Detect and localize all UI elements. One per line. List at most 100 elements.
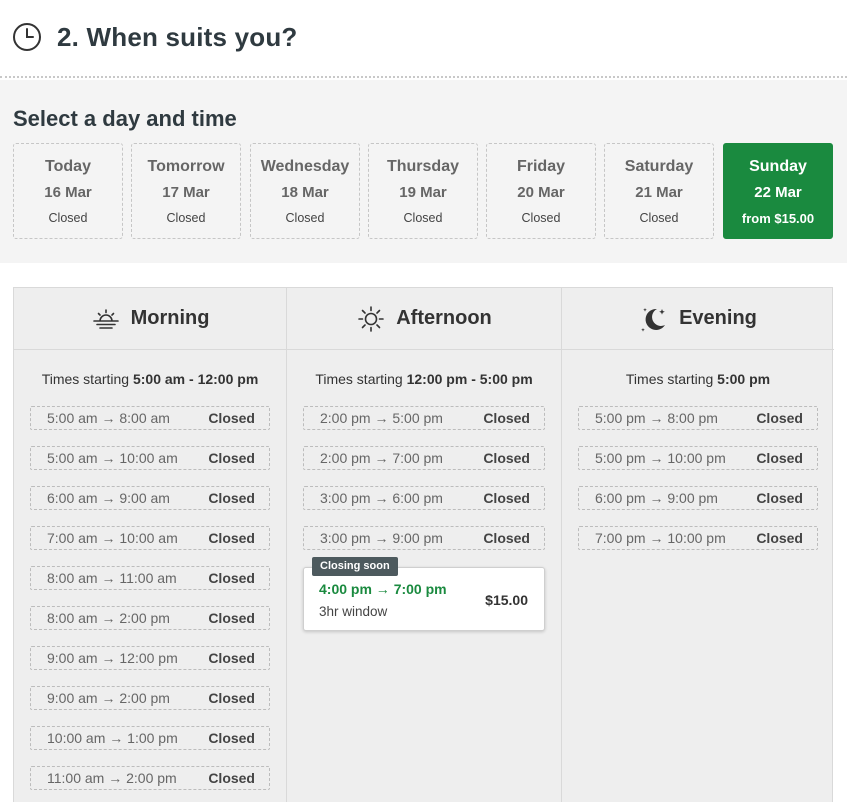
day-card-friday[interactable]: Friday 20 Mar Closed — [486, 143, 596, 239]
time-slot[interactable]: 9:00 am → 12:00 pm Closed — [30, 646, 270, 670]
slot-status: Closed — [208, 410, 255, 426]
time-slot[interactable]: 5:00 pm → 10:00 pm Closed — [578, 446, 818, 470]
slot-time: 8:00 am → 11:00 am — [47, 570, 177, 586]
slot-price: $15.00 — [485, 592, 528, 608]
slot-time: 6:00 am → 9:00 am — [47, 490, 170, 506]
day-name: Tomorrow — [147, 158, 225, 175]
day-card-thursday[interactable]: Thursday 19 Mar Closed — [368, 143, 478, 239]
period-range: Times starting 5:00 am - 12:00 pm — [14, 371, 286, 387]
slot-time: 6:00 pm → 9:00 pm — [595, 490, 718, 506]
range-prefix: Times starting — [315, 371, 403, 387]
time-slot[interactable]: 7:00 pm → 10:00 pm Closed — [578, 526, 818, 550]
time-slot[interactable]: 5:00 am → 8:00 am Closed — [30, 406, 270, 430]
day-date: 21 Mar — [635, 184, 683, 201]
day-status: Closed — [285, 211, 325, 225]
slot-time: 9:00 am → 12:00 pm — [47, 650, 178, 666]
day-status: from $15.00 — [741, 211, 815, 226]
day-card-saturday[interactable]: Saturday 21 Mar Closed — [604, 143, 714, 239]
slot-window: 3hr window — [319, 604, 388, 619]
day-status: Closed — [166, 211, 206, 225]
slot-status: Closed — [483, 530, 530, 546]
day-name: Wednesday — [260, 158, 350, 175]
day-selector: Select a day and time Today 16 Mar Close… — [0, 80, 847, 263]
slot-status: Closed — [208, 450, 255, 466]
day-name: Saturday — [624, 158, 694, 175]
range-value: 5:00 am - 12:00 pm — [132, 371, 259, 387]
slot-status: Closed — [208, 530, 255, 546]
period-header: Afternoon — [287, 288, 561, 350]
time-slot[interactable]: 3:00 pm → 9:00 pm Closed — [303, 526, 545, 550]
slot-status: Closed — [208, 690, 255, 706]
slot-status: Closed — [483, 490, 530, 506]
slot-time: 5:00 pm → 8:00 pm — [595, 410, 718, 426]
day-name: Friday — [516, 158, 565, 175]
day-card-sunday[interactable]: Sunday 22 Mar from $15.00 — [723, 143, 833, 239]
time-slot[interactable]: 8:00 am → 2:00 pm Closed — [30, 606, 270, 630]
day-status: Closed — [48, 211, 88, 225]
time-slot[interactable]: 5:00 am → 10:00 am Closed — [30, 446, 270, 470]
moon-icon — [641, 307, 666, 332]
time-slot[interactable]: 6:00 am → 9:00 am Closed — [30, 486, 270, 510]
day-date: 20 Mar — [517, 184, 565, 201]
slot-status: Closed — [208, 770, 255, 786]
slot-status: Closed — [208, 730, 255, 746]
time-slot[interactable]: 2:00 pm → 7:00 pm Closed — [303, 446, 545, 470]
day-status: Closed — [639, 211, 679, 225]
day-date: 18 Mar — [281, 184, 329, 201]
day-name: Thursday — [386, 158, 459, 175]
time-slot[interactable]: 3:00 pm → 6:00 pm Closed — [303, 486, 545, 510]
time-slot[interactable]: 6:00 pm → 9:00 pm Closed — [578, 486, 818, 510]
slot-status: Closed — [208, 570, 255, 586]
slot-time: 4:00 pm → 7:00 pm — [319, 581, 447, 597]
day-card-wednesday[interactable]: Wednesday 18 Mar Closed — [250, 143, 360, 239]
sunrise-icon — [92, 308, 119, 329]
time-slot[interactable]: 8:00 am → 11:00 am Closed — [30, 566, 270, 590]
time-slot[interactable]: 11:00 am → 2:00 pm Closed — [30, 766, 270, 790]
slot-status: Closed — [756, 530, 803, 546]
day-date: 17 Mar — [162, 184, 210, 201]
time-slot[interactable]: 9:00 am → 2:00 pm Closed — [30, 686, 270, 710]
day-card-today[interactable]: Today 16 Mar Closed — [13, 143, 123, 239]
clock-icon — [13, 23, 41, 51]
day-date: 16 Mar — [44, 184, 92, 201]
range-prefix: Times starting — [625, 371, 714, 387]
slot-time: 7:00 am → 10:00 am — [47, 530, 178, 546]
slot-time: 5:00 am → 8:00 am — [47, 410, 170, 426]
closing-soon-badge: Closing soon — [312, 557, 398, 576]
slot-status: Closed — [483, 450, 530, 466]
day-status: Closed — [521, 211, 561, 225]
slot-time: 7:00 pm → 10:00 pm — [595, 530, 726, 546]
time-slot-grid: Morning Times starting 5:00 am - 12:00 p… — [13, 287, 834, 802]
day-name: Sunday — [749, 158, 807, 175]
range-prefix: Times starting — [41, 371, 130, 387]
period-name: Evening — [679, 307, 757, 329]
slot-time: 8:00 am → 2:00 pm — [47, 610, 170, 626]
day-selector-title: Select a day and time — [13, 106, 237, 131]
period-range: Times starting 5:00 pm — [562, 371, 834, 387]
period-header: Evening — [562, 288, 834, 350]
slot-time: 2:00 pm → 5:00 pm — [320, 410, 443, 426]
slot-time: 5:00 pm → 10:00 pm — [595, 450, 726, 466]
period-column-evening: Evening Times starting 5:00 pm 5:00 pm →… — [561, 288, 834, 802]
slot-time: 3:00 pm → 9:00 pm — [320, 530, 443, 546]
day-name: Today — [45, 158, 91, 175]
slot-status: Closed — [483, 410, 530, 426]
day-date: 19 Mar — [399, 184, 447, 201]
period-range: Times starting 12:00 pm - 5:00 pm — [287, 371, 561, 387]
period-header: Morning — [14, 288, 286, 350]
time-slot[interactable]: 5:00 pm → 8:00 pm Closed — [578, 406, 818, 430]
time-slot[interactable]: 10:00 am → 1:00 pm Closed — [30, 726, 270, 750]
slot-time: 5:00 am → 10:00 am — [47, 450, 178, 466]
day-card-tomorrow[interactable]: Tomorrow 17 Mar Closed — [131, 143, 241, 239]
slot-status: Closed — [756, 410, 803, 426]
slot-status: Closed — [208, 650, 255, 666]
day-status: Closed — [403, 211, 443, 225]
slot-status: Closed — [208, 610, 255, 626]
time-slot[interactable]: 7:00 am → 10:00 am Closed — [30, 526, 270, 550]
time-slot[interactable]: 2:00 pm → 5:00 pm Closed — [303, 406, 545, 430]
period-column-morning: Morning Times starting 5:00 am - 12:00 p… — [14, 288, 286, 802]
slot-status: Closed — [756, 450, 803, 466]
available-time-slot[interactable]: Closing soon 4:00 pm → 7:00 pm 3hr windo… — [303, 557, 545, 631]
slot-status: Closed — [756, 490, 803, 506]
slot-time: 11:00 am → 2:00 pm — [47, 770, 177, 786]
